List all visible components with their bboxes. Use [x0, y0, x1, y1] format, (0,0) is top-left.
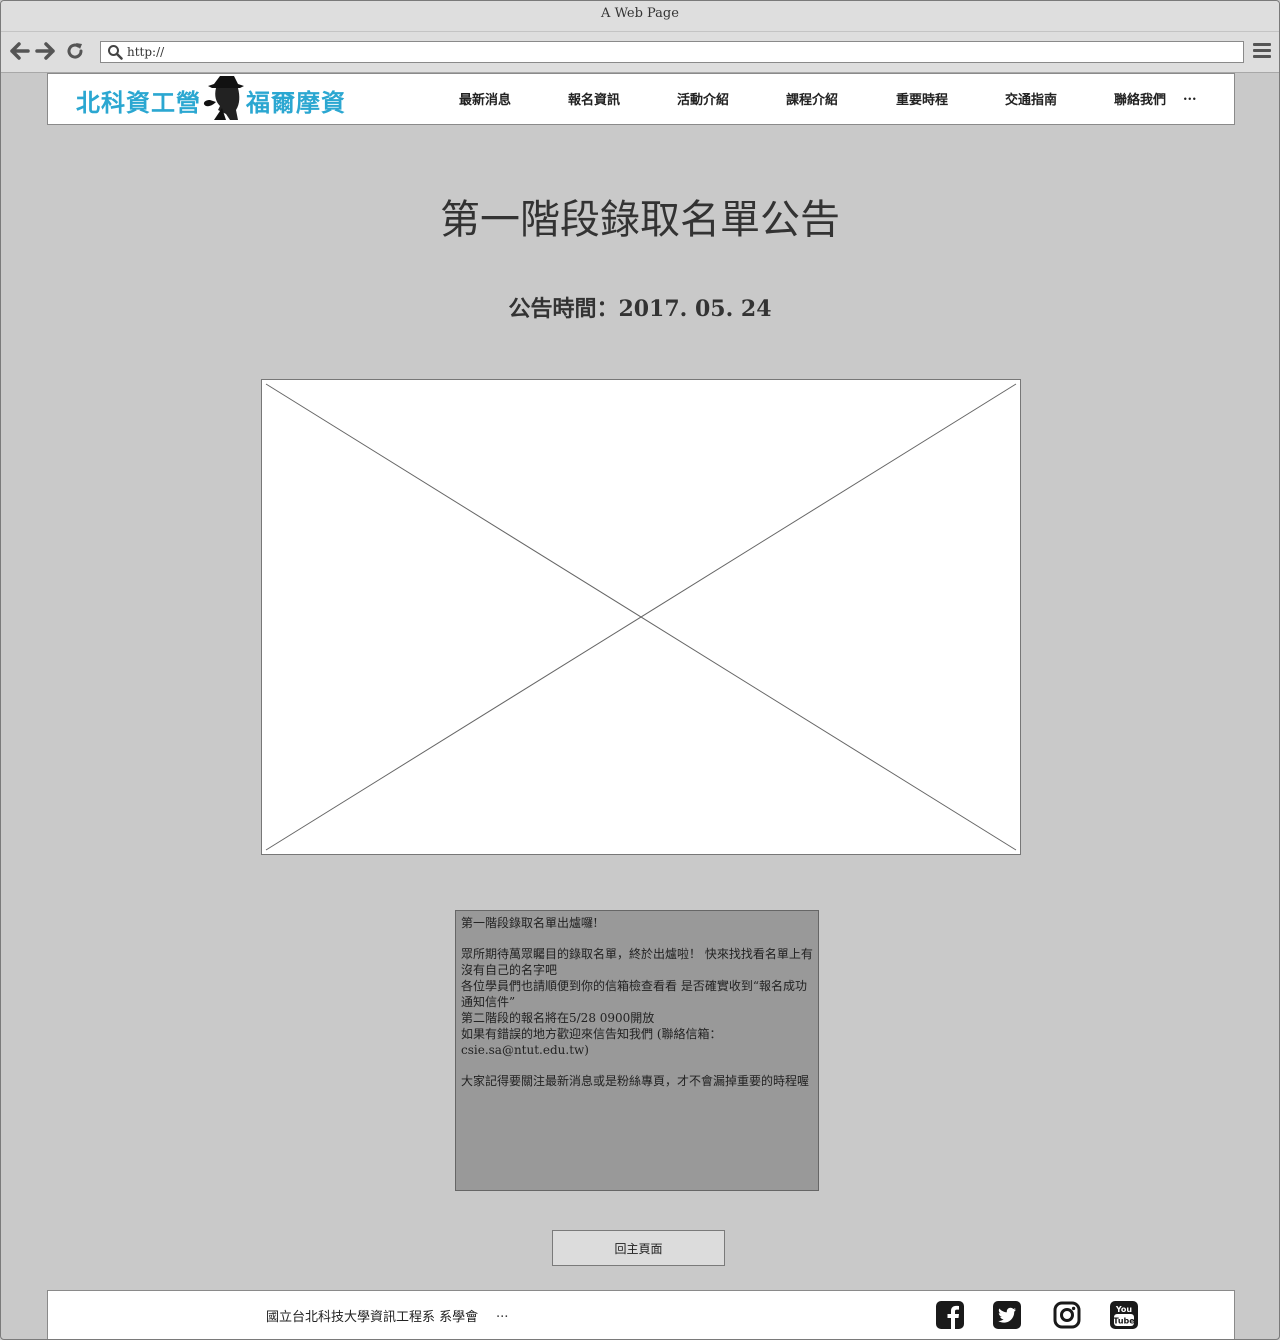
page-title: 第一階段錄取名單公告 [440, 197, 840, 243]
nav-item-registration[interactable]: 報名資訊 [568, 89, 620, 108]
nav-item-transport[interactable]: 交通指南 [1005, 89, 1057, 108]
notice-line: 如果有錯誤的地方歡迎來信告知我們 (聯絡信箱：csie.sa@ntut.edu.… [461, 1027, 722, 1057]
window-title-bar: A Web Page [1, 1, 1279, 32]
notice-text-box: 第一階段錄取名單出爐囉! 眾所期待萬眾矚目的錄取名單，終於出爐啦！ 快來找找看名… [455, 910, 819, 1191]
instagram-icon[interactable] [1053, 1301, 1081, 1329]
nav-item-more[interactable]: ... [1183, 89, 1197, 104]
search-icon [108, 45, 123, 60]
hamburger-menu-icon[interactable] [1253, 43, 1271, 59]
address-bar[interactable] [100, 41, 1244, 63]
back-to-home-button[interactable]: 回主頁面 [552, 1230, 725, 1266]
svg-text:Tube: Tube [1113, 1317, 1135, 1326]
nav-item-courses[interactable]: 課程介紹 [786, 89, 838, 108]
svg-text:You: You [1115, 1305, 1133, 1314]
announcement-date: 公告時間：2017. 05. 24 [508, 296, 772, 322]
url-input[interactable] [127, 43, 1227, 61]
footer-more[interactable]: ... [496, 1306, 508, 1321]
detective-silhouette-icon [203, 76, 244, 120]
notice-line: 眾所期待萬眾矚目的錄取名單，終於出爐啦！ 快來找找看名單上有沒有自己的名字吧 [461, 947, 813, 977]
logo-text-left: 北科資工營 [76, 89, 201, 117]
youtube-icon[interactable]: You Tube [1110, 1301, 1138, 1329]
nav-item-activities[interactable]: 活動介紹 [677, 89, 729, 108]
image-placeholder [261, 379, 1021, 855]
browser-window: A Web Page 北科資工營 福爾摩資 [0, 0, 1280, 1340]
reload-icon[interactable] [64, 40, 86, 62]
site-header: 北科資工營 福爾摩資 最新消息 報名資訊 活動介紹 課程介紹 重要時程 交通指南… [47, 73, 1235, 125]
site-footer: 國立台北科技大學資訊工程系 系學會 ... You Tube [47, 1290, 1235, 1339]
twitter-icon[interactable] [993, 1301, 1021, 1329]
nav-item-schedule[interactable]: 重要時程 [896, 89, 948, 108]
forward-arrow-icon[interactable] [34, 40, 56, 62]
footer-organization: 國立台北科技大學資訊工程系 系學會 [266, 1310, 479, 1325]
notice-heading: 第一階段錄取名單出爐囉! [461, 916, 598, 930]
browser-toolbar [1, 32, 1279, 73]
logo-text-right: 福爾摩資 [246, 89, 346, 117]
notice-line: 各位學員們也請順便到你的信箱檢查看看 是否確實收到“報名成功通知信件” [461, 979, 807, 1009]
facebook-icon[interactable] [936, 1301, 964, 1329]
site-logo[interactable]: 北科資工營 福爾摩資 [74, 74, 354, 122]
window-title: A Web Page [601, 6, 679, 21]
nav-item-news[interactable]: 最新消息 [459, 89, 511, 108]
back-arrow-icon[interactable] [9, 40, 31, 62]
notice-line: 第二階段的報名將在5/28 0900開放 [461, 1011, 655, 1025]
nav-item-contact[interactable]: 聯絡我們 [1114, 89, 1166, 108]
placeholder-cross-icon [265, 383, 1017, 851]
notice-line: 大家記得要關注最新消息或是粉絲專頁，才不會漏掉重要的時程喔 [461, 1074, 810, 1088]
